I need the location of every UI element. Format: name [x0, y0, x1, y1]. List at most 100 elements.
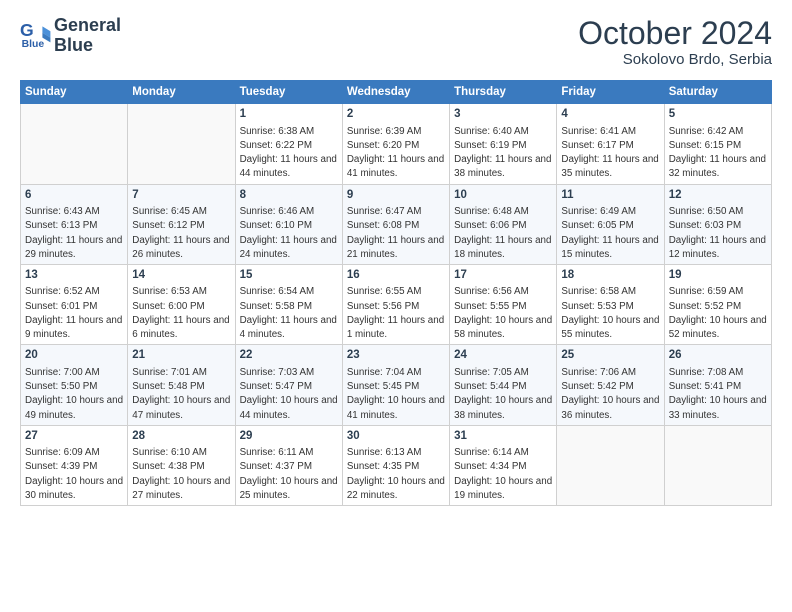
- day-number: 18: [561, 268, 659, 284]
- calendar-cell: 1 Sunrise: 6:38 AM Sunset: 6:22 PM Dayli…: [235, 104, 342, 184]
- cell-daylight: Daylight: 10 hours and 19 minutes.: [454, 476, 552, 501]
- day-number: 16: [347, 268, 445, 284]
- day-number: 14: [132, 268, 230, 284]
- header: G Blue General Blue October 2024 Sokolov…: [20, 16, 772, 68]
- cell-daylight: Daylight: 11 hours and 32 minutes.: [669, 154, 766, 179]
- cell-sunrise: Sunrise: 7:04 AM: [347, 367, 422, 378]
- col-wednesday: Wednesday: [342, 81, 449, 104]
- logo-icon: G Blue: [20, 20, 52, 52]
- cell-daylight: Daylight: 11 hours and 44 minutes.: [240, 154, 337, 179]
- cell-sunrise: Sunrise: 7:05 AM: [454, 367, 529, 378]
- day-number: 8: [240, 188, 338, 204]
- cell-daylight: Daylight: 10 hours and 52 minutes.: [669, 315, 767, 340]
- day-number: 28: [132, 429, 230, 445]
- cell-daylight: Daylight: 11 hours and 29 minutes.: [25, 235, 122, 260]
- day-number: 19: [669, 268, 767, 284]
- cell-daylight: Daylight: 10 hours and 33 minutes.: [669, 395, 767, 420]
- day-number: 27: [25, 429, 123, 445]
- cell-sunset: Sunset: 5:50 PM: [25, 381, 97, 392]
- calendar-cell: [664, 425, 771, 505]
- logo-line2: Blue: [54, 36, 121, 56]
- cell-daylight: Daylight: 11 hours and 21 minutes.: [347, 235, 444, 260]
- cell-daylight: Daylight: 11 hours and 1 minute.: [347, 315, 444, 340]
- cell-sunrise: Sunrise: 7:03 AM: [240, 367, 315, 378]
- cell-sunset: Sunset: 6:17 PM: [561, 140, 633, 151]
- cell-sunset: Sunset: 6:06 PM: [454, 220, 526, 231]
- cell-sunrise: Sunrise: 6:53 AM: [132, 286, 207, 297]
- cell-sunrise: Sunrise: 6:54 AM: [240, 286, 315, 297]
- cell-sunrise: Sunrise: 6:40 AM: [454, 126, 529, 137]
- cell-sunrise: Sunrise: 6:49 AM: [561, 206, 636, 217]
- cell-daylight: Daylight: 10 hours and 47 minutes.: [132, 395, 230, 420]
- cell-daylight: Daylight: 10 hours and 30 minutes.: [25, 476, 123, 501]
- calendar-cell: 29 Sunrise: 6:11 AM Sunset: 4:37 PM Dayl…: [235, 425, 342, 505]
- calendar-row: 6 Sunrise: 6:43 AM Sunset: 6:13 PM Dayli…: [21, 184, 772, 264]
- day-number: 22: [240, 348, 338, 364]
- day-number: 3: [454, 107, 552, 123]
- cell-daylight: Daylight: 11 hours and 15 minutes.: [561, 235, 658, 260]
- calendar-cell: [557, 425, 664, 505]
- day-number: 20: [25, 348, 123, 364]
- calendar-cell: 31 Sunrise: 6:14 AM Sunset: 4:34 PM Dayl…: [450, 425, 557, 505]
- cell-daylight: Daylight: 11 hours and 24 minutes.: [240, 235, 337, 260]
- day-number: 6: [25, 188, 123, 204]
- cell-daylight: Daylight: 10 hours and 49 minutes.: [25, 395, 123, 420]
- cell-sunrise: Sunrise: 7:00 AM: [25, 367, 100, 378]
- day-number: 11: [561, 188, 659, 204]
- cell-sunset: Sunset: 5:41 PM: [669, 381, 741, 392]
- calendar-cell: 26 Sunrise: 7:08 AM Sunset: 5:41 PM Dayl…: [664, 345, 771, 425]
- cell-daylight: Daylight: 10 hours and 44 minutes.: [240, 395, 338, 420]
- calendar-cell: 24 Sunrise: 7:05 AM Sunset: 5:44 PM Dayl…: [450, 345, 557, 425]
- cell-sunset: Sunset: 4:39 PM: [25, 461, 97, 472]
- cell-sunset: Sunset: 4:38 PM: [132, 461, 204, 472]
- cell-sunset: Sunset: 6:20 PM: [347, 140, 419, 151]
- cell-daylight: Daylight: 10 hours and 55 minutes.: [561, 315, 659, 340]
- cell-daylight: Daylight: 10 hours and 58 minutes.: [454, 315, 552, 340]
- cell-sunrise: Sunrise: 6:58 AM: [561, 286, 636, 297]
- day-number: 13: [25, 268, 123, 284]
- day-number: 15: [240, 268, 338, 284]
- cell-sunset: Sunset: 6:03 PM: [669, 220, 741, 231]
- cell-sunset: Sunset: 5:52 PM: [669, 301, 741, 312]
- svg-text:G: G: [20, 20, 34, 40]
- col-saturday: Saturday: [664, 81, 771, 104]
- cell-sunrise: Sunrise: 6:14 AM: [454, 447, 529, 458]
- calendar-cell: 2 Sunrise: 6:39 AM Sunset: 6:20 PM Dayli…: [342, 104, 449, 184]
- cell-sunset: Sunset: 6:10 PM: [240, 220, 312, 231]
- cell-sunset: Sunset: 5:42 PM: [561, 381, 633, 392]
- cell-sunrise: Sunrise: 6:59 AM: [669, 286, 744, 297]
- calendar-cell: 19 Sunrise: 6:59 AM Sunset: 5:52 PM Dayl…: [664, 264, 771, 344]
- cell-sunrise: Sunrise: 7:08 AM: [669, 367, 744, 378]
- cell-sunset: Sunset: 4:35 PM: [347, 461, 419, 472]
- cell-daylight: Daylight: 11 hours and 41 minutes.: [347, 154, 444, 179]
- logo-line1: General: [54, 16, 121, 36]
- day-number: 1: [240, 107, 338, 123]
- cell-sunset: Sunset: 6:05 PM: [561, 220, 633, 231]
- cell-sunrise: Sunrise: 6:55 AM: [347, 286, 422, 297]
- day-number: 29: [240, 429, 338, 445]
- cell-daylight: Daylight: 11 hours and 18 minutes.: [454, 235, 551, 260]
- col-friday: Friday: [557, 81, 664, 104]
- calendar-header-row: Sunday Monday Tuesday Wednesday Thursday…: [21, 81, 772, 104]
- calendar-cell: 13 Sunrise: 6:52 AM Sunset: 6:01 PM Dayl…: [21, 264, 128, 344]
- cell-sunrise: Sunrise: 6:39 AM: [347, 126, 422, 137]
- logo: G Blue General Blue: [20, 16, 121, 56]
- cell-sunrise: Sunrise: 6:50 AM: [669, 206, 744, 217]
- calendar-cell: 14 Sunrise: 6:53 AM Sunset: 6:00 PM Dayl…: [128, 264, 235, 344]
- calendar-cell: 9 Sunrise: 6:47 AM Sunset: 6:08 PM Dayli…: [342, 184, 449, 264]
- cell-daylight: Daylight: 11 hours and 26 minutes.: [132, 235, 229, 260]
- cell-sunset: Sunset: 5:48 PM: [132, 381, 204, 392]
- cell-sunrise: Sunrise: 6:11 AM: [240, 447, 314, 458]
- day-number: 17: [454, 268, 552, 284]
- day-number: 26: [669, 348, 767, 364]
- calendar-row: 20 Sunrise: 7:00 AM Sunset: 5:50 PM Dayl…: [21, 345, 772, 425]
- cell-sunrise: Sunrise: 6:13 AM: [347, 447, 422, 458]
- col-thursday: Thursday: [450, 81, 557, 104]
- cell-sunset: Sunset: 6:15 PM: [669, 140, 741, 151]
- calendar-cell: 25 Sunrise: 7:06 AM Sunset: 5:42 PM Dayl…: [557, 345, 664, 425]
- calendar-cell: 7 Sunrise: 6:45 AM Sunset: 6:12 PM Dayli…: [128, 184, 235, 264]
- cell-sunset: Sunset: 5:55 PM: [454, 301, 526, 312]
- cell-sunset: Sunset: 5:56 PM: [347, 301, 419, 312]
- cell-daylight: Daylight: 11 hours and 9 minutes.: [25, 315, 122, 340]
- cell-sunrise: Sunrise: 6:52 AM: [25, 286, 100, 297]
